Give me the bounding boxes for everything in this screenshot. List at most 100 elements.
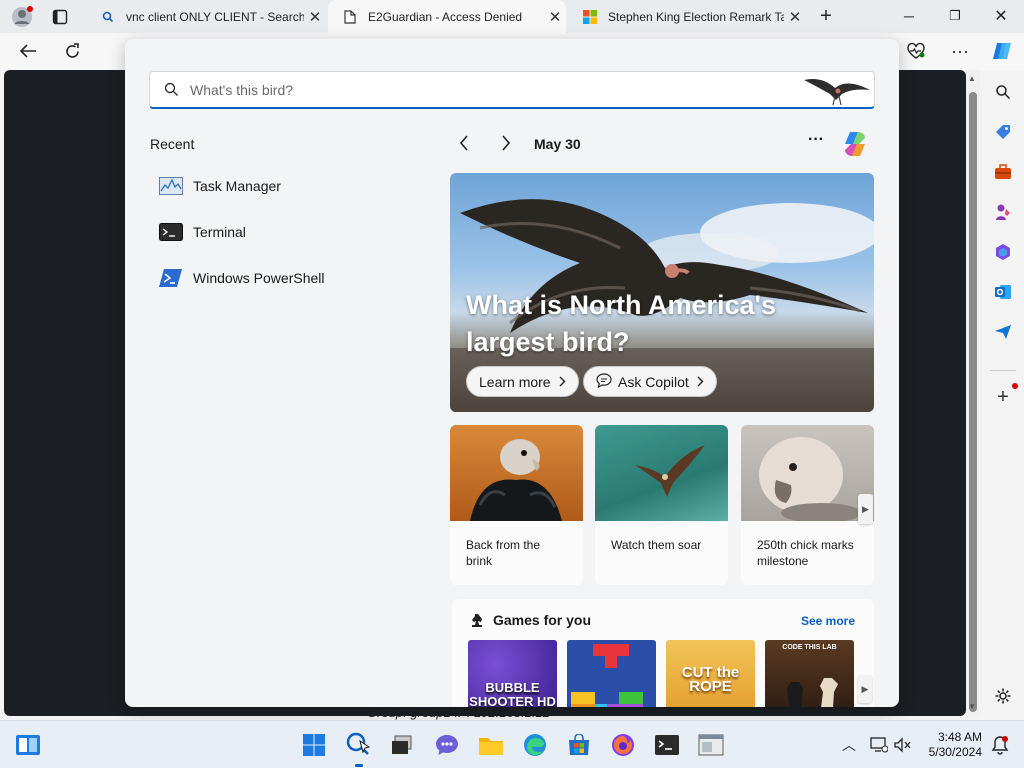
games-title: Games for you — [493, 612, 592, 628]
vnc-status-text: Group: group1 IP: 192.168.1.12 — [367, 705, 550, 720]
copilot-icon[interactable] — [986, 35, 1018, 67]
gear-icon[interactable] — [990, 683, 1016, 709]
news-card[interactable]: 250th chick marks milestone — [741, 425, 874, 585]
heart-monitor-icon[interactable] — [900, 35, 932, 67]
edge-sidebar: + — [982, 70, 1024, 716]
game-tile-label: CUT the ROPE — [681, 664, 740, 695]
card-caption: Watch them soar — [611, 538, 702, 552]
tab-stephen-king[interactable]: Stephen King Election Remark Ta ✕ — [568, 0, 806, 33]
new-tab-plus-icon[interactable]: + — [810, 0, 842, 32]
learn-more-label: Learn more — [479, 373, 551, 390]
feed-date: May 30 — [534, 136, 581, 152]
card-caption: 250th chick marks milestone — [757, 538, 854, 568]
more-menu-icon[interactable]: ··· — [944, 35, 976, 67]
tab-search[interactable]: vnc client ONLY CLIENT - Search ✕ — [86, 0, 326, 33]
chevron-up-icon[interactable]: ︿ — [835, 731, 863, 759]
firefox-icon[interactable] — [609, 731, 637, 759]
restore-icon[interactable]: ❐ — [939, 0, 971, 32]
minimize-icon[interactable]: ─ — [893, 0, 925, 32]
search-box[interactable] — [149, 71, 875, 109]
recent-item-task-manager[interactable]: Task Manager — [159, 171, 281, 201]
ask-copilot-label: Ask Copilot — [618, 373, 689, 390]
game-tile-cut-the-rope[interactable]: CUT the ROPE — [666, 640, 755, 707]
recent-heading: Recent — [150, 136, 195, 152]
more-options-icon[interactable]: ··· — [808, 131, 824, 149]
game-tile-label: BUBBLE SHOOTER HD — [469, 680, 556, 708]
close-icon[interactable]: ✕ — [784, 8, 806, 26]
game-tile-blocks[interactable] — [567, 640, 656, 707]
chevron-right-icon[interactable] — [500, 134, 512, 157]
recent-item-powershell[interactable]: Windows PowerShell — [159, 263, 325, 293]
chevron-right-icon — [697, 374, 704, 390]
search-input[interactable] — [190, 79, 750, 101]
teams-chat-icon[interactable] — [433, 731, 461, 759]
hero-card[interactable]: What is North America's largest bird? Le… — [450, 173, 874, 412]
shopping-tag-icon[interactable] — [990, 119, 1016, 145]
game-tile-chess[interactable]: CODE THIS LAB — [765, 640, 854, 707]
back-arrow-icon[interactable] — [12, 35, 44, 67]
volume-muted-icon[interactable] — [889, 731, 917, 759]
microsoft-logo-icon — [582, 9, 598, 25]
send-plane-icon[interactable] — [990, 319, 1016, 345]
page-icon — [342, 9, 358, 25]
scroll-down-icon[interactable]: ▼ — [968, 702, 976, 711]
widgets-icon[interactable] — [14, 731, 42, 759]
recent-item-label: Task Manager — [193, 178, 281, 194]
search-icon[interactable] — [990, 79, 1016, 105]
powershell-icon — [159, 268, 183, 288]
search-icon — [100, 9, 116, 25]
divider — [990, 370, 1016, 371]
refresh-icon[interactable] — [56, 35, 88, 67]
see-more-link[interactable]: See more — [801, 614, 855, 628]
start-windows-icon[interactable] — [300, 731, 328, 759]
news-card[interactable]: Back from the brink — [450, 425, 583, 585]
microsoft-store-icon[interactable] — [565, 731, 593, 759]
notification-bell-icon[interactable] — [986, 731, 1014, 759]
tab-title: Stephen King Election Remark Ta — [608, 9, 784, 24]
outlook-icon[interactable] — [990, 279, 1016, 305]
tab-title: vnc client ONLY CLIENT - Search — [126, 9, 304, 24]
card-caption: Back from the brink — [466, 538, 541, 568]
close-window-icon[interactable]: ✕ — [985, 0, 1017, 32]
file-explorer-icon[interactable] — [477, 731, 505, 759]
task-view-icon[interactable] — [388, 731, 416, 759]
condor-head-image — [450, 425, 583, 521]
carousel-next-icon[interactable]: ▶ — [858, 494, 873, 524]
ask-copilot-button[interactable]: Ask Copilot — [583, 366, 717, 397]
chevron-right-icon — [559, 374, 566, 390]
clock-date: 5/30/2024 — [928, 745, 982, 759]
search-taskbar-icon[interactable] — [345, 731, 373, 759]
clock[interactable]: 3:48 AM 5/30/2024 — [926, 730, 982, 760]
games-section: Games for you See more BUBBLE SHOOTER HD… — [452, 599, 874, 707]
game-tile-bubble-shooter[interactable]: BUBBLE SHOOTER HD — [468, 640, 557, 707]
scrollbar[interactable]: ▲ ▼ — [966, 70, 980, 716]
tab-e2guardian[interactable]: E2Guardian - Access Denied ✕ — [328, 0, 566, 33]
copilot-icon[interactable] — [840, 129, 870, 164]
vnc-viewer-icon[interactable] — [697, 731, 725, 759]
terminal-taskbar-icon[interactable] — [653, 731, 681, 759]
profile-avatar-icon[interactable] — [6, 1, 38, 33]
feed-date-bar: May 30 ··· — [450, 131, 874, 157]
learn-more-button[interactable]: Learn more — [466, 366, 579, 397]
condor-thumbnail — [802, 74, 872, 106]
close-icon[interactable]: ✕ — [304, 8, 326, 26]
microsoft365-icon[interactable] — [990, 239, 1016, 265]
scroll-up-icon[interactable]: ▲ — [968, 74, 976, 83]
chevron-left-icon[interactable] — [458, 134, 470, 157]
close-icon[interactable]: ✕ — [544, 8, 566, 26]
tab-actions-icon[interactable] — [44, 1, 76, 33]
tab-title: E2Guardian - Access Denied — [368, 9, 523, 24]
news-card[interactable]: Watch them soar — [595, 425, 728, 585]
task-manager-icon — [159, 176, 183, 196]
soaring-bird-image — [595, 425, 728, 521]
recent-item-terminal[interactable]: Terminal — [159, 217, 246, 247]
scrollbar-thumb[interactable] — [969, 92, 977, 712]
clock-time: 3:48 AM — [937, 730, 982, 744]
toolbox-icon[interactable] — [990, 159, 1016, 185]
edge-browser-icon[interactable] — [521, 731, 549, 759]
chat-bubble-icon — [596, 372, 612, 391]
chess-knight-icon — [470, 612, 484, 633]
games-chess-icon[interactable] — [990, 199, 1016, 225]
notification-dot — [1012, 383, 1018, 389]
games-next-icon[interactable]: ▶ — [858, 675, 872, 703]
